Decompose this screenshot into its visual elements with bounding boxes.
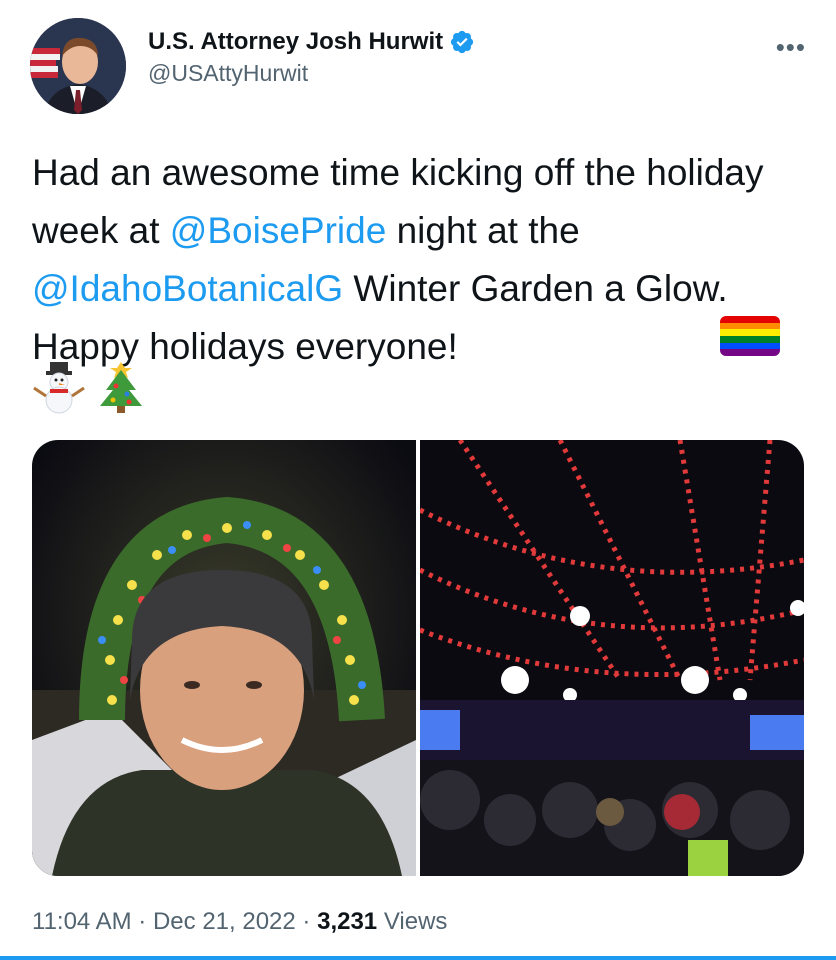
tweet-date[interactable]: Dec 21, 2022 [153, 908, 296, 935]
tweet-text: Had an awesome time kicking off the holi… [32, 144, 802, 376]
christmas-tree-icon [96, 360, 146, 419]
rainbow-flag-icon [720, 316, 780, 356]
media-grid [32, 440, 804, 876]
verified-badge-icon [449, 29, 475, 55]
display-name[interactable]: U.S. Attorney Josh Hurwit [148, 28, 443, 56]
divider [0, 956, 836, 960]
separator: · [302, 908, 311, 935]
tweet: U.S. Attorney Josh Hurwit @USAttyHurwit … [0, 0, 836, 960]
mention-idahobotanicalg[interactable]: @IdahoBotanicalG [32, 268, 343, 309]
crowd-lights-photo[interactable] [420, 440, 804, 876]
views-count: 3,231 [317, 908, 378, 935]
mention-boisepride[interactable]: @BoisePride [170, 210, 387, 251]
views-label: Views [383, 908, 448, 935]
tweet-time[interactable]: 11:04 AM [32, 908, 132, 935]
name-block: U.S. Attorney Josh Hurwit @USAttyHurwit [148, 28, 475, 87]
tweet-footer: 11:04 AM · Dec 21, 2022 · 3,231 Views [32, 908, 447, 936]
snowman-icon [32, 360, 86, 419]
more-options-icon[interactable]: ••• [776, 34, 806, 60]
selfie-wreath-photo[interactable] [32, 440, 416, 876]
separator: · [138, 908, 147, 935]
avatar[interactable] [30, 18, 126, 114]
handle[interactable]: @USAttyHurwit [148, 60, 475, 87]
tweet-text-part: night at the [386, 210, 580, 251]
emoji-row [32, 360, 146, 419]
display-name-row[interactable]: U.S. Attorney Josh Hurwit [148, 28, 475, 56]
tweet-header: U.S. Attorney Josh Hurwit @USAttyHurwit … [30, 18, 806, 118]
